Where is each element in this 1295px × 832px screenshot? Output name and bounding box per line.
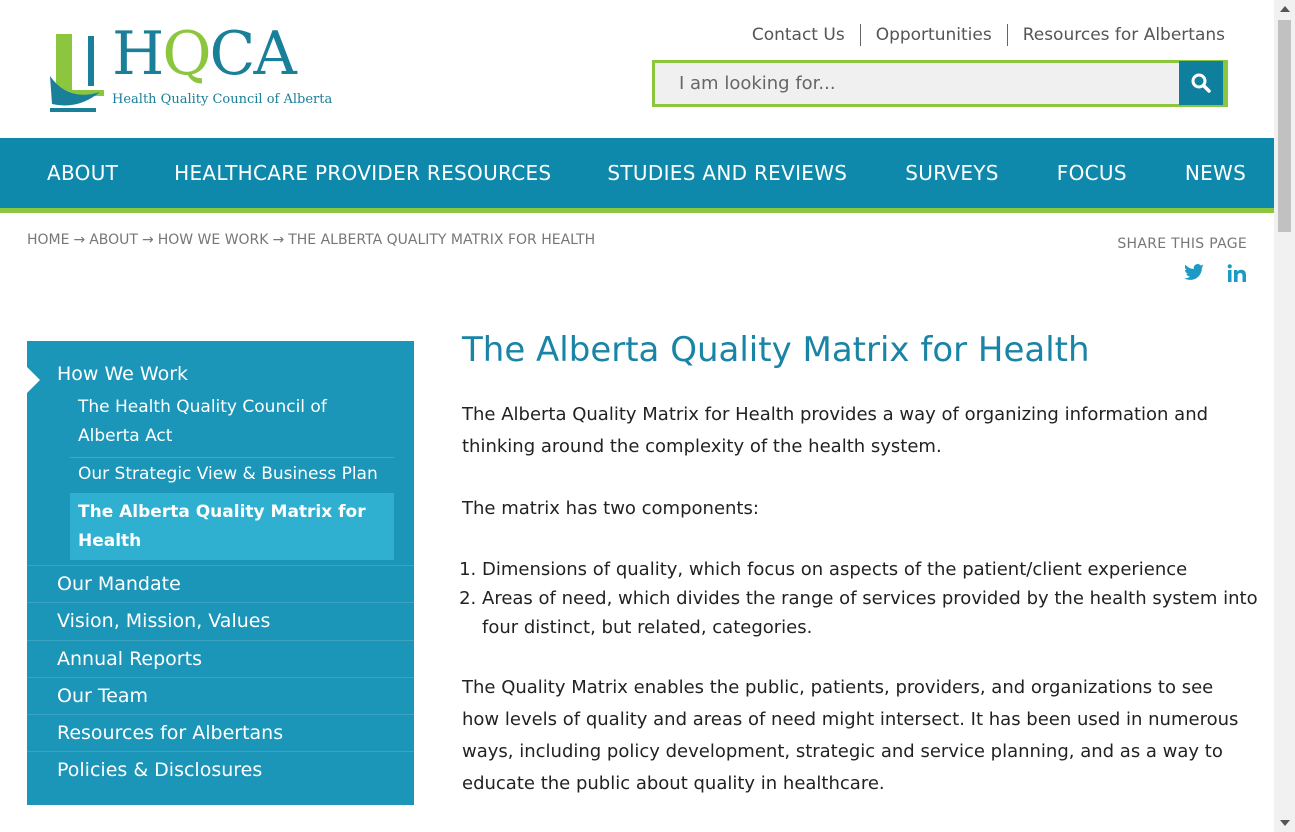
- hqca-logo[interactable]: HQCA Health Quality Council of Alberta: [48, 24, 338, 114]
- active-section-marker: [27, 367, 40, 393]
- nav-focus[interactable]: FOCUS: [1057, 161, 1127, 185]
- breadcrumb-separator: →: [272, 232, 285, 248]
- page-scrollbar[interactable]: [1274, 0, 1295, 832]
- search-icon: [1191, 73, 1211, 93]
- breadcrumb-home[interactable]: HOME: [27, 232, 69, 248]
- utility-links: Contact Us Opportunities Resources for A…: [737, 24, 1225, 46]
- components-list: Dimensions of quality, which focus on as…: [462, 555, 1262, 642]
- breadcrumb-about[interactable]: ABOUT: [89, 232, 138, 248]
- sidebar-item-resources-for-albertans[interactable]: Resources for Albertans: [27, 714, 414, 751]
- sidebar-subitem-quality-matrix-active[interactable]: The Alberta Quality Matrix for Health: [70, 493, 394, 560]
- search-button[interactable]: [1179, 61, 1223, 105]
- search-box: [652, 60, 1228, 107]
- breadcrumb: HOME → ABOUT → HOW WE WORK → THE ALBERTA QUALI…: [27, 232, 595, 248]
- scroll-up-arrow-icon[interactable]: [1280, 6, 1290, 12]
- list-item: Areas of need, which divides the range o…: [482, 584, 1262, 642]
- sidebar-item-policies-disclosures[interactable]: Policies & Disclosures: [27, 751, 414, 788]
- opportunities-link[interactable]: Opportunities: [859, 24, 1007, 46]
- sidebar-subitem-strategic-view[interactable]: Our Strategic View & Business Plan: [70, 460, 394, 496]
- page-title: The Alberta Quality Matrix for Health: [462, 330, 1090, 370]
- scroll-thumb[interactable]: [1278, 20, 1291, 232]
- search-input[interactable]: [655, 63, 1181, 104]
- nav-news[interactable]: NEWS: [1185, 161, 1246, 185]
- sidebar-item-our-mandate[interactable]: Our Mandate: [27, 565, 414, 602]
- logo-mark-icon: [50, 34, 104, 112]
- nav-studies-and-reviews[interactable]: STUDIES AND REVIEWS: [607, 161, 847, 185]
- nav-surveys[interactable]: SURVEYS: [905, 161, 998, 185]
- breadcrumb-separator: →: [73, 232, 86, 248]
- share-block: SHARE THIS PAGE: [1117, 236, 1247, 282]
- nav-about[interactable]: ABOUT: [47, 161, 118, 185]
- sidebar-item-vision-mission-values[interactable]: Vision, Mission, Values: [27, 602, 414, 639]
- sidebar-item-annual-reports[interactable]: Annual Reports: [27, 640, 414, 677]
- sidebar-subitem-hqca-act[interactable]: The Health Quality Council of Alberta Ac…: [70, 393, 394, 458]
- breadcrumb-how-we-work[interactable]: HOW WE WORK: [158, 232, 269, 248]
- nav-healthcare-provider-resources[interactable]: HEALTHCARE PROVIDER RESOURCES: [174, 161, 551, 185]
- logo-subtitle: Health Quality Council of Alberta: [112, 92, 333, 107]
- linkedin-icon[interactable]: [1227, 264, 1247, 282]
- sidebar-nav: How We Work The Health Quality Council o…: [27, 341, 414, 805]
- contact-us-link[interactable]: Contact Us: [737, 24, 860, 46]
- main-nav: ABOUT HEALTHCARE PROVIDER RESOURCES STUD…: [0, 138, 1274, 213]
- breadcrumb-current: THE ALBERTA QUALITY MATRIX FOR HEALTH: [288, 232, 596, 248]
- share-label: SHARE THIS PAGE: [1117, 236, 1247, 252]
- twitter-icon[interactable]: [1183, 264, 1205, 282]
- intro-paragraph: The Alberta Quality Matrix for Health pr…: [462, 404, 1209, 457]
- scroll-down-arrow-icon[interactable]: [1280, 820, 1290, 826]
- components-intro: The matrix has two components:: [462, 498, 759, 519]
- breadcrumb-separator: →: [141, 232, 154, 248]
- usage-paragraph: The Quality Matrix enables the public, p…: [462, 677, 1239, 794]
- list-item: Dimensions of quality, which focus on as…: [482, 555, 1262, 584]
- sidebar-item-our-team[interactable]: Our Team: [27, 677, 414, 714]
- logo-wordmark: HQCA: [112, 19, 297, 89]
- resources-for-albertans-link[interactable]: Resources for Albertans: [1006, 24, 1225, 46]
- sidebar-item-how-we-work[interactable]: How We Work: [57, 363, 188, 385]
